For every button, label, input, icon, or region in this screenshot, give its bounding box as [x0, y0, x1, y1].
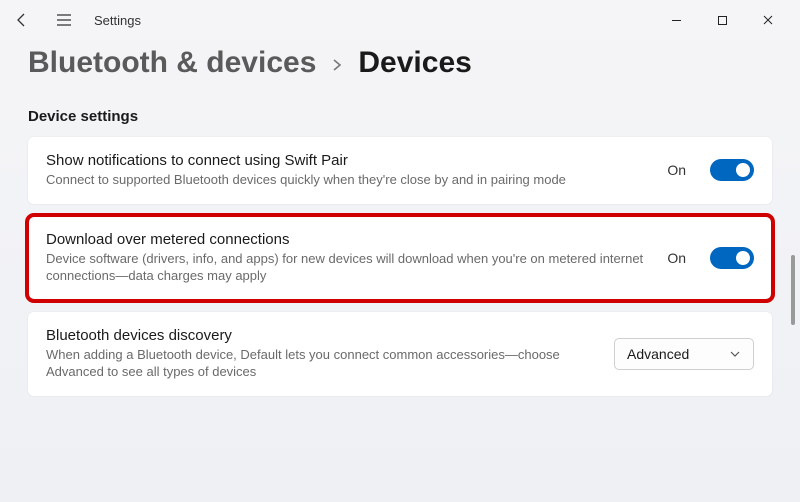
- setting-swift-pair: Show notifications to connect using Swif…: [28, 137, 772, 204]
- scrollbar[interactable]: [789, 100, 797, 492]
- toggle-status: On: [667, 250, 686, 266]
- setting-metered-connections: Download over metered connections Device…: [28, 216, 772, 300]
- chevron-down-icon: [729, 348, 741, 360]
- breadcrumb-current: Devices: [358, 46, 471, 80]
- titlebar: Settings: [0, 0, 800, 40]
- setting-title: Bluetooth devices discovery: [46, 327, 596, 344]
- window-maximize[interactable]: [700, 5, 744, 35]
- window-minimize[interactable]: [654, 5, 698, 35]
- setting-title: Download over metered connections: [46, 231, 649, 248]
- chevron-right-icon: [330, 52, 344, 78]
- window-close[interactable]: [746, 5, 790, 35]
- discovery-dropdown[interactable]: Advanced: [614, 338, 754, 370]
- toggle-status: On: [667, 162, 686, 178]
- dropdown-value: Advanced: [627, 346, 689, 362]
- metered-connections-toggle[interactable]: [710, 247, 754, 269]
- back-button[interactable]: [10, 8, 34, 32]
- setting-description: Device software (drivers, info, and apps…: [46, 250, 649, 285]
- menu-button[interactable]: [52, 8, 76, 32]
- setting-description: When adding a Bluetooth device, Default …: [46, 346, 596, 381]
- section-title: Device settings: [28, 108, 772, 125]
- breadcrumb-parent[interactable]: Bluetooth & devices: [28, 46, 316, 80]
- breadcrumb: Bluetooth & devices Devices: [28, 46, 772, 80]
- setting-title: Show notifications to connect using Swif…: [46, 152, 649, 169]
- setting-bluetooth-discovery: Bluetooth devices discovery When adding …: [28, 312, 772, 396]
- app-title: Settings: [94, 13, 141, 28]
- setting-description: Connect to supported Bluetooth devices q…: [46, 171, 649, 189]
- scrollbar-thumb[interactable]: [791, 255, 795, 325]
- swift-pair-toggle[interactable]: [710, 159, 754, 181]
